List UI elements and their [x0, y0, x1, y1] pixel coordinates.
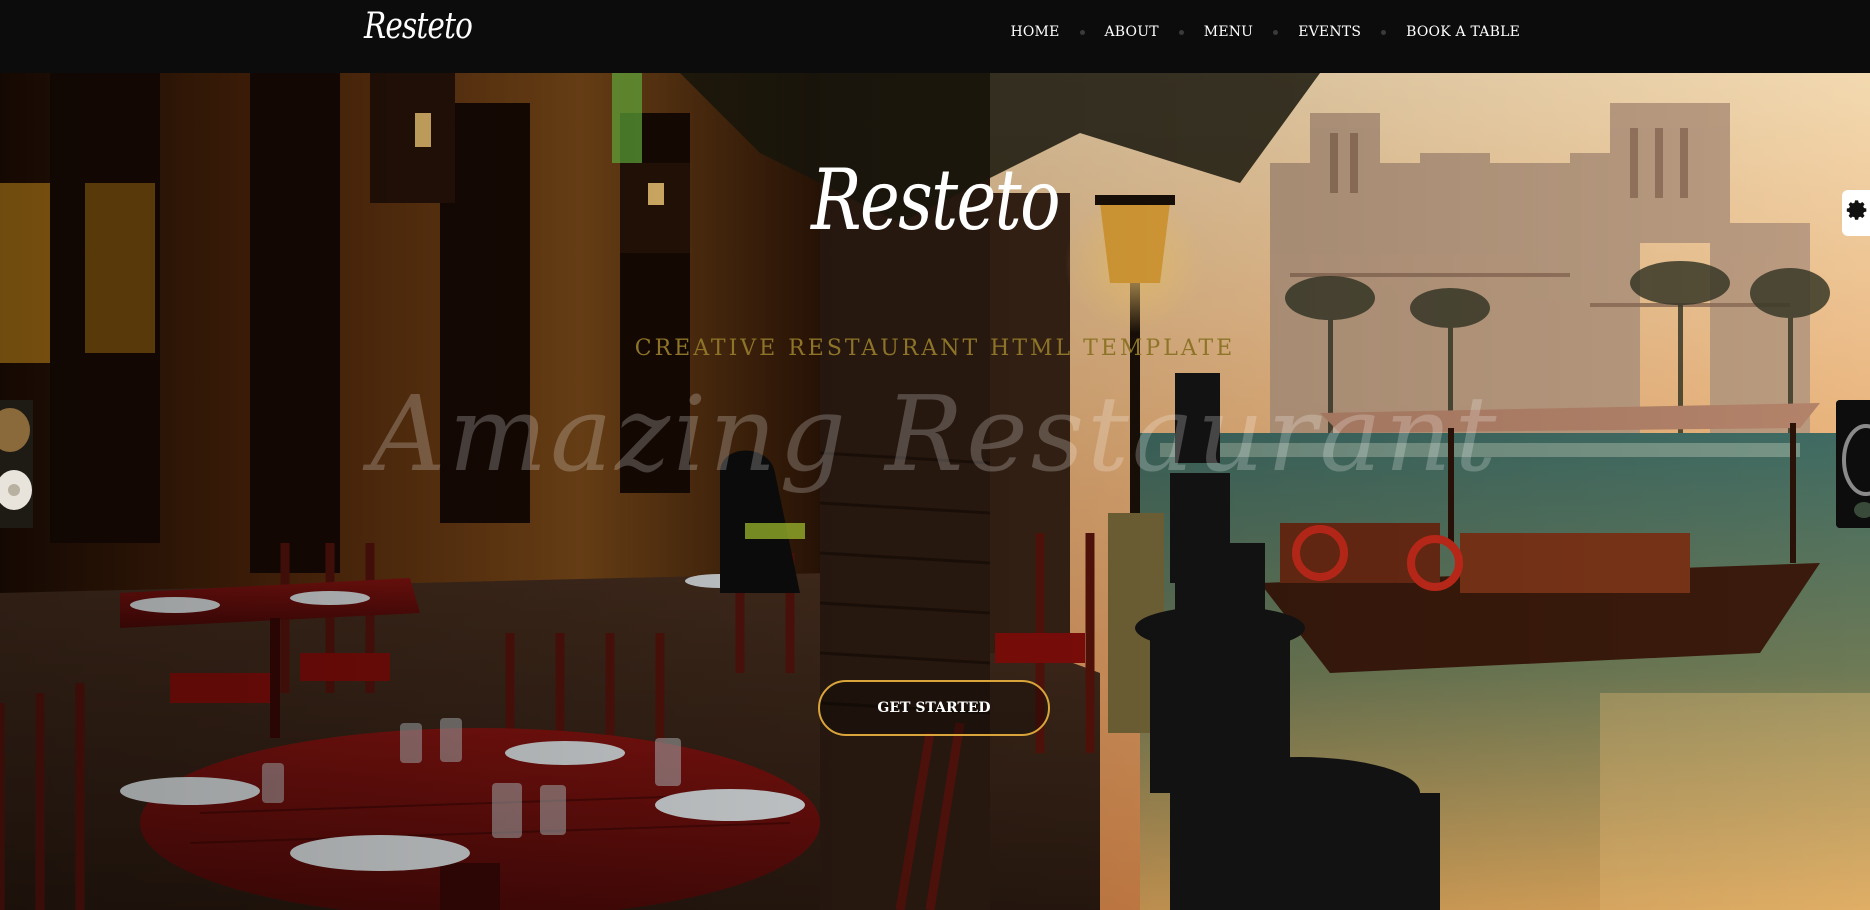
- nav-item-home: HOME: [1010, 24, 1059, 40]
- nav-item-menu: MENU: [1204, 24, 1253, 40]
- nav-link-events[interactable]: EVENTS: [1298, 24, 1361, 40]
- left-side-preview-thumbnail[interactable]: [0, 400, 33, 528]
- nav-dot: [1273, 29, 1279, 35]
- nav-link-menu[interactable]: MENU: [1204, 24, 1253, 40]
- page: Resteto HOME ABOUT MENU EVENTS BOOK A TA…: [0, 0, 1870, 910]
- get-started-button[interactable]: GET STARTED: [818, 680, 1050, 736]
- nav-separator: [1159, 29, 1204, 35]
- hero-title: Resteto: [811, 151, 1060, 249]
- nav-item-book-a-table: BOOK A TABLE: [1406, 24, 1520, 40]
- nav-link-book-a-table[interactable]: BOOK A TABLE: [1406, 24, 1520, 40]
- site-logo[interactable]: Resteto: [364, 6, 473, 47]
- nav-separator: [1060, 29, 1105, 35]
- settings-panel-toggle[interactable]: [1842, 190, 1870, 236]
- nav-separator: [1253, 29, 1298, 35]
- nav-separator: [1361, 29, 1406, 35]
- hero-section: Resteto CREATIVE RESTAURANT HTML TEMPLAT…: [0, 73, 1870, 910]
- nav-dot: [1381, 29, 1387, 35]
- hero-tagline: CREATIVE RESTAURANT HTML TEMPLATE: [634, 336, 1236, 361]
- nav-link-about[interactable]: ABOUT: [1105, 24, 1159, 40]
- nav-link-home[interactable]: HOME: [1010, 24, 1059, 40]
- right-side-preview-thumbnail[interactable]: [1836, 400, 1870, 528]
- hero-watermark-text: Amazing Restaurant: [370, 373, 1500, 495]
- nav-item-events: EVENTS: [1298, 24, 1361, 40]
- nav-dot: [1178, 29, 1184, 35]
- nav-item-about: ABOUT: [1105, 24, 1159, 40]
- nav-dot: [1079, 29, 1085, 35]
- dish-thumbnail-image: [1836, 400, 1870, 528]
- gear-icon: [1845, 199, 1869, 227]
- navbar: Resteto HOME ABOUT MENU EVENTS BOOK A TA…: [0, 0, 1870, 73]
- main-nav: HOME ABOUT MENU EVENTS BOOK A TABLE: [1010, 24, 1520, 40]
- food-thumbnail-image: [0, 400, 33, 528]
